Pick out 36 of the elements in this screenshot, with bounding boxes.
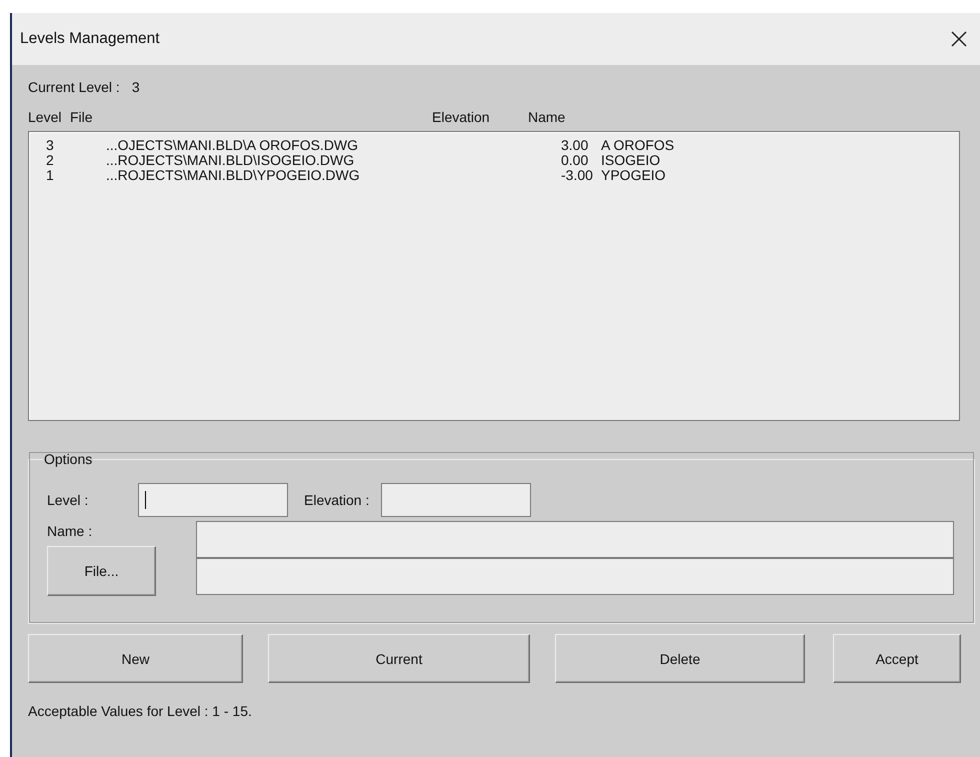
file-cell-text: ...ROJECTS\MANI.BLD\YPOGEIO.DWG [106, 168, 361, 183]
name-cell: A OROFOS [601, 138, 674, 153]
name-cell: ISOGEIO [601, 153, 660, 168]
dialog-button[interactable]: Delete [555, 634, 805, 683]
file-cell-text: ...ROJECTS\MANI.BLD\ISOGEIO.DWG [106, 153, 356, 168]
current-level-value: 3 [132, 79, 140, 97]
close-icon[interactable] [950, 30, 968, 48]
column-header: File [70, 109, 94, 127]
elevation-cell-text: 3.00 [561, 138, 590, 153]
level-cell-text: 3 [46, 138, 55, 153]
dialog-button[interactable]: Accept [833, 634, 961, 683]
window-title: Levels Management [20, 30, 160, 48]
level-label: Level : [47, 492, 90, 508]
level-field[interactable] [138, 483, 288, 517]
file-field[interactable] [196, 558, 954, 595]
level-cell-text: 2 [46, 153, 55, 168]
column-header: Name [528, 109, 566, 127]
name-field[interactable] [196, 521, 954, 558]
file-cell-text: ...OJECTS\MANI.BLD\A OROFOS.DWG [106, 138, 360, 153]
dialog-button[interactable]: New [28, 634, 243, 683]
current-level-label: Current Level : [28, 79, 120, 97]
elevation-label: Elevation : [304, 492, 370, 508]
levels-list[interactable]: 3 ...OJECTS\MANI.BLD\A OROFOS.DWG 3.00 A OROFOS 2 ...ROJECTS\MANI.BLD\ISOGEIO.DWG 0.00 ISOGEIO 1 ...ROJECTS\MANI.BLD\YPOGEIO.DWG -3.00 YPOGEIO [28, 131, 960, 421]
elevation-field[interactable] [381, 483, 532, 517]
name-cell: YPOGEIO [601, 168, 666, 183]
column-header: Elevation [432, 109, 491, 127]
elevation-cell-text: -3.00 [561, 168, 594, 183]
name-label: Name : [47, 522, 94, 539]
dialog-button[interactable]: Current [268, 634, 530, 683]
text-cursor [145, 491, 146, 509]
level-cell-text: 1 [46, 168, 55, 183]
elevation-cell-text: 0.00 [561, 153, 590, 168]
options-title: Options [43, 451, 94, 467]
status-text: Acceptable Values for Level : 1 - 15. [28, 703, 253, 719]
column-header: Level [28, 109, 62, 127]
file-button[interactable]: File... [47, 546, 156, 596]
